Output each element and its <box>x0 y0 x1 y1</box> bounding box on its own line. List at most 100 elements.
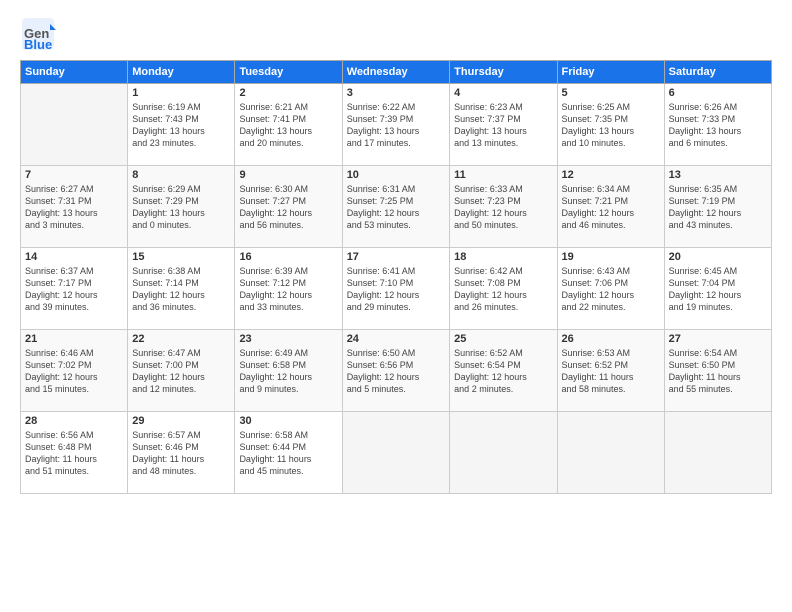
day-info: Sunrise: 6:45 AM Sunset: 7:04 PM Dayligh… <box>669 265 767 314</box>
day-of-week-header: Thursday <box>450 61 557 84</box>
day-number: 6 <box>669 87 767 99</box>
day-number: 29 <box>132 415 230 427</box>
calendar-header-row: SundayMondayTuesdayWednesdayThursdayFrid… <box>21 61 772 84</box>
day-number: 15 <box>132 251 230 263</box>
day-number: 14 <box>25 251 123 263</box>
day-info: Sunrise: 6:35 AM Sunset: 7:19 PM Dayligh… <box>669 183 767 232</box>
day-info: Sunrise: 6:50 AM Sunset: 6:56 PM Dayligh… <box>347 347 445 396</box>
day-number: 2 <box>239 87 337 99</box>
day-number: 12 <box>562 169 660 181</box>
calendar-cell: 9 Sunrise: 6:30 AM Sunset: 7:27 PM Daylig… <box>235 166 342 248</box>
calendar-cell: 24 Sunrise: 6:50 AM Sunset: 6:56 PM Dayli… <box>342 330 449 412</box>
svg-text:Blue: Blue <box>24 37 52 52</box>
calendar-cell: 22 Sunrise: 6:47 AM Sunset: 7:00 PM Dayli… <box>128 330 235 412</box>
day-number: 22 <box>132 333 230 345</box>
day-number: 18 <box>454 251 552 263</box>
calendar-cell: 4 Sunrise: 6:23 AM Sunset: 7:37 PM Daylig… <box>450 84 557 166</box>
day-number: 27 <box>669 333 767 345</box>
day-of-week-header: Monday <box>128 61 235 84</box>
day-info: Sunrise: 6:22 AM Sunset: 7:39 PM Dayligh… <box>347 101 445 150</box>
calendar-cell: 5Sunrise: 6:25 AM Sunset: 7:35 PM Daylig… <box>557 84 664 166</box>
day-info: Sunrise: 6:31 AM Sunset: 7:25 PM Dayligh… <box>347 183 445 232</box>
day-number: 21 <box>25 333 123 345</box>
day-info: Sunrise: 6:27 AM Sunset: 7:31 PM Dayligh… <box>25 183 123 232</box>
day-number: 23 <box>239 333 337 345</box>
day-info: Sunrise: 6:19 AM Sunset: 7:43 PM Dayligh… <box>132 101 230 150</box>
calendar-week-row: 28Sunrise: 6:56 AM Sunset: 6:48 PM Dayli… <box>21 412 772 494</box>
day-info: Sunrise: 6:29 AM Sunset: 7:29 PM Dayligh… <box>132 183 230 232</box>
calendar-cell: 14 Sunrise: 6:37 AM Sunset: 7:17 PM Dayli… <box>21 248 128 330</box>
logo: Gen Blue <box>20 16 58 52</box>
day-number: 19 <box>562 251 660 263</box>
day-number: 1 <box>132 87 230 99</box>
day-number: 11 <box>454 169 552 181</box>
day-number: 16 <box>239 251 337 263</box>
calendar-body: 1 Sunrise: 6:19 AM Sunset: 7:43 PM Daylig… <box>21 84 772 494</box>
calendar-cell: 11 Sunrise: 6:33 AM Sunset: 7:23 PM Dayli… <box>450 166 557 248</box>
day-number: 3 <box>347 87 445 99</box>
day-number: 10 <box>347 169 445 181</box>
day-info: Sunrise: 6:34 AM Sunset: 7:21 PM Dayligh… <box>562 183 660 232</box>
day-info: Sunrise: 6:33 AM Sunset: 7:23 PM Dayligh… <box>454 183 552 232</box>
calendar-cell: 30 Sunrise: 6:58 AM Sunset: 6:44 PM Dayli… <box>235 412 342 494</box>
calendar-cell: 18 Sunrise: 6:42 AM Sunset: 7:08 PM Dayli… <box>450 248 557 330</box>
day-info: Sunrise: 6:49 AM Sunset: 6:58 PM Dayligh… <box>239 347 337 396</box>
calendar-cell <box>450 412 557 494</box>
day-info: Sunrise: 6:25 AM Sunset: 7:35 PM Dayligh… <box>562 101 660 150</box>
calendar-cell: 16 Sunrise: 6:39 AM Sunset: 7:12 PM Dayli… <box>235 248 342 330</box>
day-info: Sunrise: 6:38 AM Sunset: 7:14 PM Dayligh… <box>132 265 230 314</box>
day-info: Sunrise: 6:26 AM Sunset: 7:33 PM Dayligh… <box>669 101 767 150</box>
day-info: Sunrise: 6:53 AM Sunset: 6:52 PM Dayligh… <box>562 347 660 396</box>
calendar-cell: 1 Sunrise: 6:19 AM Sunset: 7:43 PM Daylig… <box>128 84 235 166</box>
day-number: 24 <box>347 333 445 345</box>
page: Gen Blue SundayMondayTuesdayWednesdayThu… <box>0 0 792 612</box>
day-of-week-header: Wednesday <box>342 61 449 84</box>
calendar-cell: 15 Sunrise: 6:38 AM Sunset: 7:14 PM Dayli… <box>128 248 235 330</box>
day-of-week-header: Friday <box>557 61 664 84</box>
day-info: Sunrise: 6:58 AM Sunset: 6:44 PM Dayligh… <box>239 429 337 478</box>
calendar-cell: 28Sunrise: 6:56 AM Sunset: 6:48 PM Dayli… <box>21 412 128 494</box>
day-info: Sunrise: 6:56 AM Sunset: 6:48 PM Dayligh… <box>25 429 123 478</box>
day-info: Sunrise: 6:54 AM Sunset: 6:50 PM Dayligh… <box>669 347 767 396</box>
calendar-cell: 17 Sunrise: 6:41 AM Sunset: 7:10 PM Dayli… <box>342 248 449 330</box>
calendar-cell: 25Sunrise: 6:52 AM Sunset: 6:54 PM Dayli… <box>450 330 557 412</box>
calendar-cell: 23 Sunrise: 6:49 AM Sunset: 6:58 PM Dayli… <box>235 330 342 412</box>
day-info: Sunrise: 6:30 AM Sunset: 7:27 PM Dayligh… <box>239 183 337 232</box>
calendar-cell: 8 Sunrise: 6:29 AM Sunset: 7:29 PM Daylig… <box>128 166 235 248</box>
day-info: Sunrise: 6:47 AM Sunset: 7:00 PM Dayligh… <box>132 347 230 396</box>
header: Gen Blue <box>20 16 772 52</box>
day-info: Sunrise: 6:23 AM Sunset: 7:37 PM Dayligh… <box>454 101 552 150</box>
day-info: Sunrise: 6:37 AM Sunset: 7:17 PM Dayligh… <box>25 265 123 314</box>
day-info: Sunrise: 6:39 AM Sunset: 7:12 PM Dayligh… <box>239 265 337 314</box>
day-number: 7 <box>25 169 123 181</box>
calendar-cell: 19 Sunrise: 6:43 AM Sunset: 7:06 PM Dayli… <box>557 248 664 330</box>
day-info: Sunrise: 6:41 AM Sunset: 7:10 PM Dayligh… <box>347 265 445 314</box>
day-info: Sunrise: 6:42 AM Sunset: 7:08 PM Dayligh… <box>454 265 552 314</box>
calendar-cell: 3 Sunrise: 6:22 AM Sunset: 7:39 PM Daylig… <box>342 84 449 166</box>
calendar-cell: 12 Sunrise: 6:34 AM Sunset: 7:21 PM Dayli… <box>557 166 664 248</box>
calendar-table: SundayMondayTuesdayWednesdayThursdayFrid… <box>20 60 772 494</box>
day-of-week-header: Saturday <box>664 61 771 84</box>
calendar-cell <box>664 412 771 494</box>
calendar-cell: 29 Sunrise: 6:57 AM Sunset: 6:46 PM Dayli… <box>128 412 235 494</box>
calendar-cell: 27 Sunrise: 6:54 AM Sunset: 6:50 PM Dayli… <box>664 330 771 412</box>
day-info: Sunrise: 6:52 AM Sunset: 6:54 PM Dayligh… <box>454 347 552 396</box>
day-info: Sunrise: 6:46 AM Sunset: 7:02 PM Dayligh… <box>25 347 123 396</box>
calendar-cell <box>342 412 449 494</box>
day-number: 4 <box>454 87 552 99</box>
day-of-week-header: Sunday <box>21 61 128 84</box>
day-number: 30 <box>239 415 337 427</box>
day-info: Sunrise: 6:57 AM Sunset: 6:46 PM Dayligh… <box>132 429 230 478</box>
calendar-cell: 13Sunrise: 6:35 AM Sunset: 7:19 PM Dayli… <box>664 166 771 248</box>
day-number: 17 <box>347 251 445 263</box>
day-number: 9 <box>239 169 337 181</box>
calendar-week-row: 21 Sunrise: 6:46 AM Sunset: 7:02 PM Dayli… <box>21 330 772 412</box>
day-info: Sunrise: 6:43 AM Sunset: 7:06 PM Dayligh… <box>562 265 660 314</box>
calendar-cell: 26 Sunrise: 6:53 AM Sunset: 6:52 PM Dayli… <box>557 330 664 412</box>
day-number: 26 <box>562 333 660 345</box>
calendar-cell: 21 Sunrise: 6:46 AM Sunset: 7:02 PM Dayli… <box>21 330 128 412</box>
day-info: Sunrise: 6:21 AM Sunset: 7:41 PM Dayligh… <box>239 101 337 150</box>
calendar-cell: 10 Sunrise: 6:31 AM Sunset: 7:25 PM Dayli… <box>342 166 449 248</box>
calendar-week-row: 7 Sunrise: 6:27 AM Sunset: 7:31 PM Daylig… <box>21 166 772 248</box>
day-number: 8 <box>132 169 230 181</box>
